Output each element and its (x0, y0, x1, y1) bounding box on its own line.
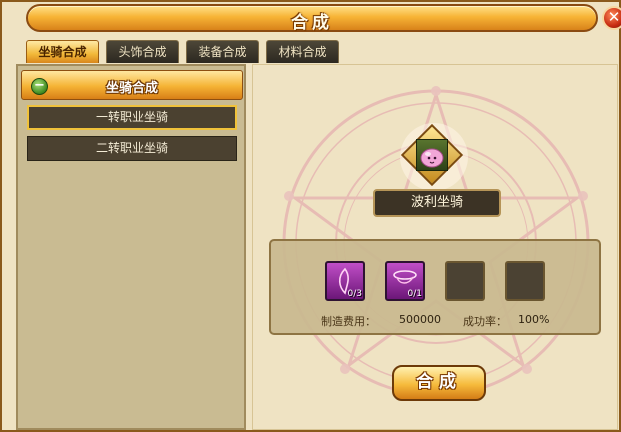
materials-panel: 0/3 0/1 制造费用： 500000 成功率： 100% (269, 239, 601, 335)
success-rate-label: 成功率： (463, 315, 507, 328)
material-count-1: 0/3 (347, 289, 362, 299)
tab-mount-craft[interactable]: 坐骑合成 (26, 40, 99, 63)
cost-value: 500000 (399, 313, 441, 326)
tab-headgear-craft[interactable]: 头饰合成 (106, 40, 179, 63)
material-slot-1[interactable]: 0/3 (325, 261, 365, 301)
result-item-name: 波利坐骑 (373, 189, 501, 217)
craft-detail-panel: 波利坐骑 0/3 0/1 制造费用： 500000 成功率： 100% 合成 (252, 64, 618, 430)
material-slot-3[interactable] (445, 261, 485, 301)
result-item-slot[interactable] (416, 139, 448, 171)
window-title: 合成 (291, 13, 333, 33)
material-slot-4[interactable] (505, 261, 545, 301)
tab-equipment-craft[interactable]: 装备合成 (186, 40, 259, 63)
tab-bar: 坐骑合成 头饰合成 装备合成 材料合成 (26, 40, 339, 64)
cost-label: 制造费用： (321, 315, 376, 328)
close-button[interactable]: ✕ (602, 6, 621, 30)
category-header-mount[interactable]: − 坐骑合成 (21, 70, 243, 100)
craft-window: 合成 ✕ 坐骑合成 头饰合成 装备合成 材料合成 − 坐骑合成 一转职业坐骑 二… (0, 0, 621, 432)
material-slot-2[interactable]: 0/1 (385, 261, 425, 301)
tab-material-craft[interactable]: 材料合成 (266, 40, 339, 63)
close-icon: ✕ (607, 8, 621, 26)
recipe-item-second-job-mount[interactable]: 二转职业坐骑 (27, 136, 237, 161)
material-count-2: 0/1 (407, 289, 422, 299)
recipe-item-first-job-mount[interactable]: 一转职业坐骑 (27, 105, 237, 130)
category-label: 坐骑合成 (105, 81, 158, 96)
recipe-category-panel: − 坐骑合成 一转职业坐骑 二转职业坐骑 (16, 64, 246, 430)
poring-mount-icon (420, 148, 444, 168)
title-bar[interactable]: 合成 (26, 4, 598, 33)
success-rate-value: 100% (518, 313, 550, 326)
craft-button[interactable]: 合成 (392, 365, 486, 401)
